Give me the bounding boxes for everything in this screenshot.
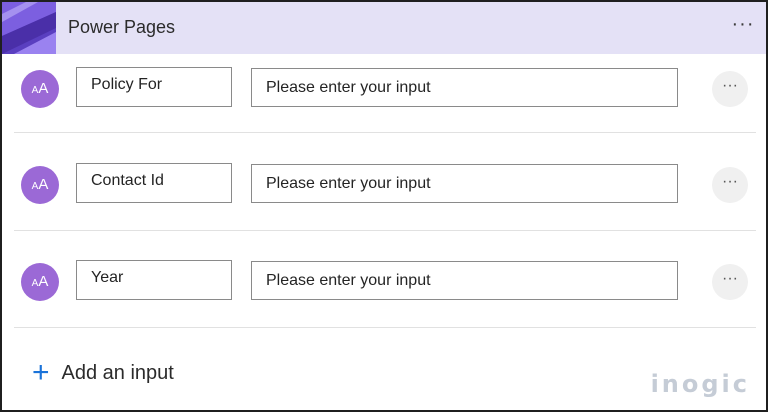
- row-more-options-button[interactable]: ···: [712, 71, 748, 107]
- add-input-button[interactable]: + Add an input: [32, 358, 174, 388]
- power-pages-logo-icon: [2, 2, 56, 54]
- input-value-field[interactable]: [251, 261, 678, 300]
- text-type-avatar: AA: [21, 70, 59, 108]
- app-title: Power Pages: [68, 17, 176, 37]
- add-input-label: Add an input: [61, 361, 174, 384]
- input-row-year: AA Year ···: [2, 249, 766, 327]
- row-divider: [14, 230, 756, 231]
- row-more-options-button[interactable]: ···: [712, 167, 748, 203]
- row-divider: [14, 132, 756, 133]
- input-value-field[interactable]: [251, 164, 678, 203]
- input-name-field[interactable]: Policy For: [76, 67, 232, 107]
- plus-icon: +: [32, 356, 50, 389]
- power-pages-card: Power Pages ··· AA Policy For ··· AA Con…: [0, 0, 768, 412]
- row-divider: [14, 327, 756, 328]
- inogic-watermark: inogic: [650, 370, 750, 398]
- input-value-field[interactable]: [251, 68, 678, 107]
- input-name-field[interactable]: Contact Id: [76, 163, 232, 203]
- text-type-avatar: AA: [21, 166, 59, 204]
- card-header: Power Pages ···: [2, 2, 766, 54]
- text-type-avatar: AA: [21, 263, 59, 301]
- header-more-options-button[interactable]: ···: [728, 14, 758, 38]
- input-row-policy-for: AA Policy For ···: [2, 56, 766, 134]
- input-row-contact-id: AA Contact Id ···: [2, 152, 766, 230]
- input-name-field[interactable]: Year: [76, 260, 232, 300]
- row-more-options-button[interactable]: ···: [712, 264, 748, 300]
